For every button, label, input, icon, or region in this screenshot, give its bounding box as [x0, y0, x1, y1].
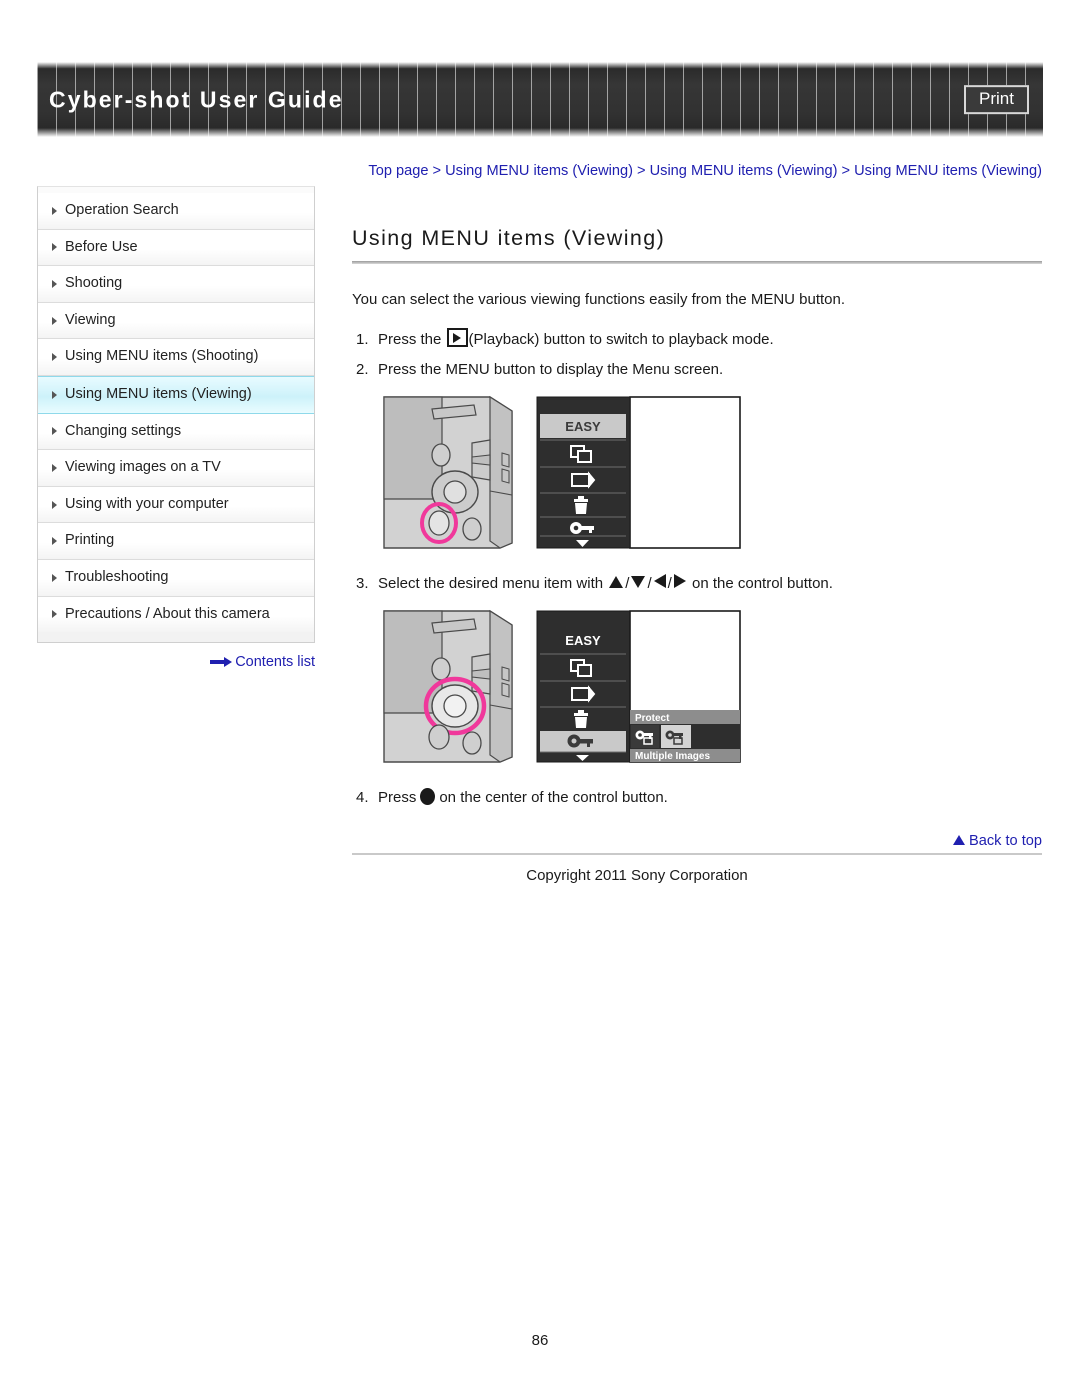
header-banner: Cyber-shot User Guide Print — [37, 62, 1043, 137]
back-to-top-label: Back to top — [968, 833, 1042, 849]
sidebar-item-label: Precautions / About this camera — [65, 605, 270, 622]
step-1: 1. Press the (Playback) button to switch … — [352, 328, 1042, 351]
triangle-up-icon — [952, 835, 965, 845]
intro-paragraph: You can select the various viewing funct… — [352, 291, 846, 308]
arrow-right-icon — [210, 657, 233, 668]
sidebar-item-precautions-about-this-camera[interactable]: Precautions / About this camera — [38, 596, 314, 633]
sidebar-item-label: Shooting — [65, 275, 123, 292]
step-4-text-after: on the center of the control button. — [439, 789, 668, 806]
step-2: 2. Press the MENU button to display the M… — [352, 359, 1042, 381]
sidebar-item-printing[interactable]: Printing — [38, 523, 314, 560]
figure-menu-screen: EASY — [382, 395, 1042, 555]
page-number: 86 — [531, 1332, 549, 1349]
sidebar-item-label: Before Use — [65, 238, 138, 255]
sidebar-item-label: Operation Search — [65, 202, 179, 218]
bullet-icon — [52, 537, 57, 546]
sidebar-item-label: Using with your computer — [65, 495, 229, 512]
step-3: 3. Select the desired menu item with / / / … — [352, 573, 1042, 595]
arrow-up-icon — [609, 576, 624, 588]
step-1-text-before: Press the — [378, 331, 442, 348]
arrow-right-icon — [673, 574, 686, 588]
step-4-number: 4. — [356, 789, 369, 806]
sidebar-item-label: Changing settings — [65, 422, 182, 439]
title-divider — [352, 261, 1042, 264]
print-button[interactable]: Print — [964, 84, 1029, 115]
bullet-icon — [52, 500, 57, 509]
step-1-text-after: (Playback) button to switch to playback … — [468, 331, 774, 348]
sidebar-item-shooting[interactable]: Shooting — [38, 266, 314, 303]
arrow-left-icon — [653, 574, 666, 588]
sidebar-item-label: Viewing — [65, 311, 116, 328]
submenu-title-protect: Protect — [635, 713, 670, 724]
sidebar-item-label: Using MENU items (Shooting) — [65, 348, 259, 365]
footer-divider — [352, 853, 1042, 855]
breadcrumb[interactable]: Top page > Using MENU items (Viewing) > … — [352, 160, 1042, 182]
step-4-text-before: Press — [378, 789, 417, 806]
sidebar-item-label: Troubleshooting — [65, 568, 169, 585]
copyright-text: Copyright 2011 Sony Corporation — [526, 867, 748, 884]
sidebar: Operation Search Before Use Shooting Vie… — [37, 186, 315, 670]
step-1-number: 1. — [356, 331, 369, 348]
step-3-text-before: Select the desired menu item with — [378, 575, 604, 592]
bullet-icon — [52, 243, 57, 252]
step-2-text: Press the MENU button to display the Men… — [378, 361, 724, 378]
menu-item-easy-label: EASY — [565, 633, 601, 648]
sidebar-item-label: Viewing images on a TV — [65, 459, 221, 476]
sidebar-item-using-menu-items-viewing[interactable]: Using MENU items (Viewing) — [38, 375, 314, 414]
step-2-number: 2. — [356, 361, 369, 378]
sidebar-item-before-use[interactable]: Before Use — [38, 229, 314, 267]
main-content: Top page > Using MENU items (Viewing) > … — [352, 160, 1042, 884]
camera-rear-illustration — [383, 609, 513, 763]
arrow-down-icon — [631, 576, 646, 588]
playback-icon — [446, 328, 468, 347]
bullet-icon — [52, 463, 57, 472]
figure-protect-submenu: EASY Protect Multiple Images — [382, 609, 1042, 769]
sidebar-item-operation-search[interactable]: Operation Search — [38, 193, 314, 230]
step-3-number: 3. — [356, 575, 369, 592]
sidebar-item-viewing[interactable]: Viewing — [38, 302, 314, 340]
center-dot-icon — [420, 788, 436, 805]
figure-2-svg: EASY Protect Multiple Images — [383, 609, 741, 763]
sidebar-item-changing-settings[interactable]: Changing settings — [38, 413, 314, 451]
submenu-footer-multiple-images: Multiple Images — [635, 751, 710, 762]
sidebar-item-using-with-your-computer[interactable]: Using with your computer — [38, 486, 314, 524]
contents-list-label: Contents list — [235, 654, 315, 671]
bullet-icon — [52, 353, 57, 362]
sidebar-item-label: Printing — [65, 532, 115, 549]
bullet-icon — [52, 279, 57, 288]
sidebar-item-troubleshooting[interactable]: Troubleshooting — [38, 559, 314, 597]
sidebar-item-using-menu-items-shooting[interactable]: Using MENU items (Shooting) — [38, 339, 314, 376]
step-4: 4. Press on the center of the control butt… — [352, 787, 1042, 809]
sidebar-item-label: Using MENU items (Viewing) — [65, 385, 252, 402]
page-header-title: Cyber-shot User Guide — [49, 86, 344, 112]
bullet-icon — [52, 316, 57, 325]
bullet-icon — [52, 610, 57, 619]
page-title: Using MENU items (Viewing) — [352, 226, 666, 250]
menu-item-easy-label: EASY — [565, 419, 601, 434]
sidebar-item-viewing-images-on-a-tv[interactable]: Viewing images on a TV — [38, 450, 314, 487]
menu-screen-illustration: EASY — [536, 396, 741, 549]
sidebar-nav-list: Operation Search Before Use Shooting Vie… — [37, 186, 315, 644]
camera-rear-illustration — [383, 395, 513, 549]
step-3-text-after: on the control button. — [691, 575, 833, 592]
contents-list-link[interactable]: Contents list — [37, 654, 315, 670]
figure-1-svg: EASY — [383, 395, 741, 549]
back-to-top-link[interactable]: Back to top — [352, 833, 1042, 853]
bullet-icon — [52, 206, 57, 215]
bullet-icon — [52, 573, 57, 582]
bullet-icon — [52, 390, 57, 399]
menu-screen-illustration: EASY — [536, 610, 741, 763]
bullet-icon — [52, 427, 57, 436]
